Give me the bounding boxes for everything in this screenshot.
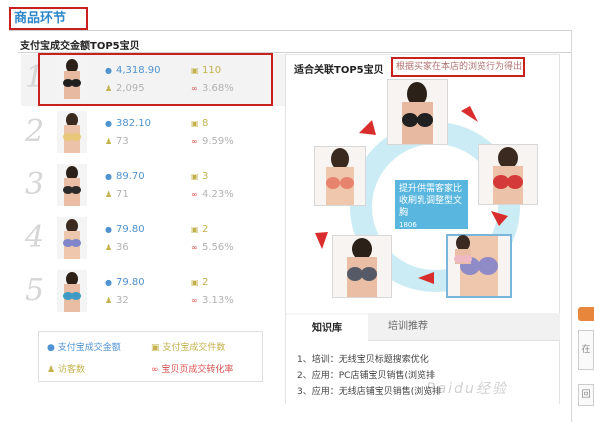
center-product-text: 提升供需客家比收刷乳调整型文胸 [399,184,463,218]
arrow-icon [461,106,478,122]
tab-training[interactable]: 培训推荐 [368,313,448,341]
feedback-icon[interactable] [578,307,594,321]
tab-knowledge[interactable]: 知识库 [286,313,368,341]
side-panel-tab[interactable]: 在 [578,330,594,370]
arrow-icon [418,272,434,284]
arrow-icon [359,120,376,135]
watermark: Baidu经验 [426,381,508,397]
center-product-sub: 1806 [399,221,417,229]
arrow-icon [491,211,508,226]
tip-link[interactable]: 1、培训：无线宝贝标题搜索优化 [297,352,429,365]
side-label: 回 [581,390,591,400]
side-label: 在 [581,345,591,355]
tip-link[interactable]: 3、应用：无线店铺宝贝销售(浏览排 [297,384,441,397]
knowledge-tabs: 知识库 培训推荐 [286,313,560,341]
back-to-top-button[interactable]: 回 [578,384,594,406]
arrow-icon [315,232,328,249]
tip-link[interactable]: 2、应用：PC店铺宝贝销售(浏览排 [297,368,435,381]
center-product-card[interactable]: 提升供需客家比收刷乳调整型文胸 1806 [395,180,468,229]
